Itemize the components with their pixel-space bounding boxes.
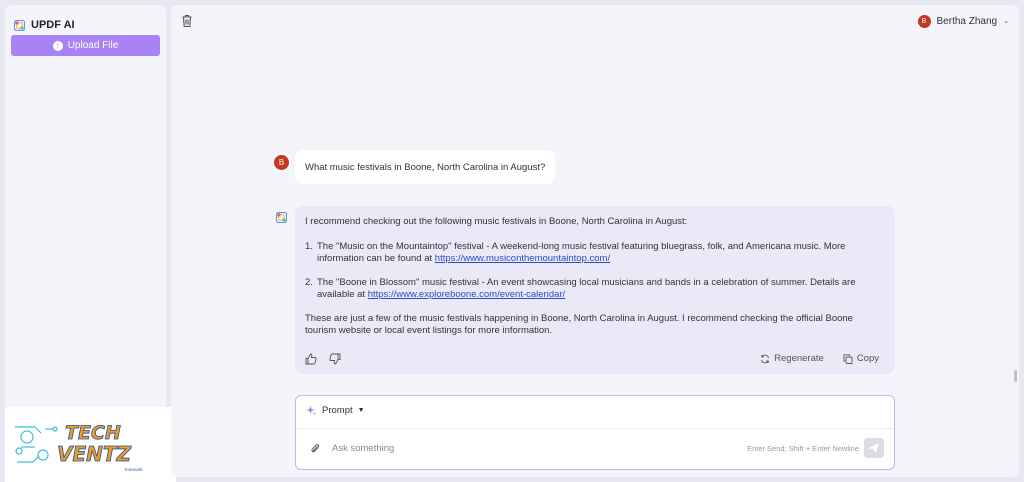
techventz-watermark: TECH VENTZ Innovate [5, 407, 176, 482]
caret-down-icon: ▼ [357, 407, 365, 414]
copy-icon [843, 354, 853, 364]
list-item: 1. The "Music on the Mountaintop" festiv… [305, 241, 885, 266]
upload-file-button[interactable]: ↑ Upload File [11, 35, 160, 56]
watermark-line2: VENTZ [57, 442, 132, 466]
updf-logo-icon [14, 19, 25, 31]
question-avatar: B [274, 155, 289, 170]
prompt-box: Prompt ▼ Enter Send; Shift + Enter Newli… [295, 395, 895, 470]
answer-actions: Regenerate Copy [305, 352, 879, 366]
techventz-logo: TECH VENTZ Innovate [15, 422, 143, 472]
list-item-number: 2. [305, 276, 313, 288]
send-button[interactable] [864, 438, 884, 458]
list-item-number: 1. [305, 240, 313, 252]
watermark-line1: TECH [65, 422, 121, 444]
question-bubble: What music festivals in Boone, North Car… [295, 150, 555, 184]
user-menu[interactable]: B Bertha Zhang ⌄ [917, 13, 1009, 29]
festival-link[interactable]: https://www.musiconthemountaintop.com/ [435, 253, 610, 264]
send-icon [869, 443, 879, 453]
shortcut-hint: Enter Send; Shift + Enter Newline [747, 444, 859, 453]
upload-file-label: Upload File [67, 40, 119, 51]
thumbs-down-icon[interactable] [329, 353, 341, 365]
avatar: B [917, 14, 931, 28]
refresh-icon [761, 354, 770, 364]
question-text: What music festivals in Boone, North Car… [305, 161, 546, 173]
ask-input[interactable] [332, 440, 712, 456]
festival-link[interactable]: https://www.exploreboone.com/event-calen… [368, 289, 566, 300]
copy-button[interactable]: Copy [843, 353, 879, 366]
prompt-label: Prompt [322, 405, 353, 416]
scrollbar-thumb[interactable] [1014, 370, 1017, 382]
brand-name: UPDF AI [31, 19, 75, 31]
chevron-down-icon: ⌄ [1003, 18, 1009, 25]
paperclip-icon[interactable] [310, 442, 320, 454]
chat-panel: B Bertha Zhang ⌄ B What music festivals … [171, 5, 1019, 477]
watermark-tagline: Innovate [125, 467, 143, 472]
upload-icon: ↑ [52, 40, 63, 51]
thumbs-up-icon[interactable] [305, 353, 317, 365]
answer-outro: These are just a few of the music festiv… [305, 312, 853, 337]
regenerate-label: Regenerate [774, 352, 824, 364]
brand: UPDF AI [14, 15, 75, 35]
sparkle-icon [306, 406, 317, 416]
updf-ai-logo-icon [276, 212, 287, 223]
list-item: 2. The "Boone in Blossom" music festival… [305, 277, 885, 302]
divider [296, 428, 894, 429]
answer-bubble: I recommend checking out the following m… [295, 206, 895, 374]
answer-intro: I recommend checking out the following m… [305, 216, 688, 227]
user-name: Bertha Zhang [936, 15, 998, 27]
regenerate-button[interactable]: Regenerate [760, 353, 824, 366]
trash-icon[interactable] [181, 14, 193, 28]
answer-list: 1. The "Music on the Mountaintop" festiv… [305, 241, 885, 302]
copy-label: Copy [856, 352, 879, 364]
prompt-dropdown[interactable]: Prompt ▼ [306, 405, 365, 416]
